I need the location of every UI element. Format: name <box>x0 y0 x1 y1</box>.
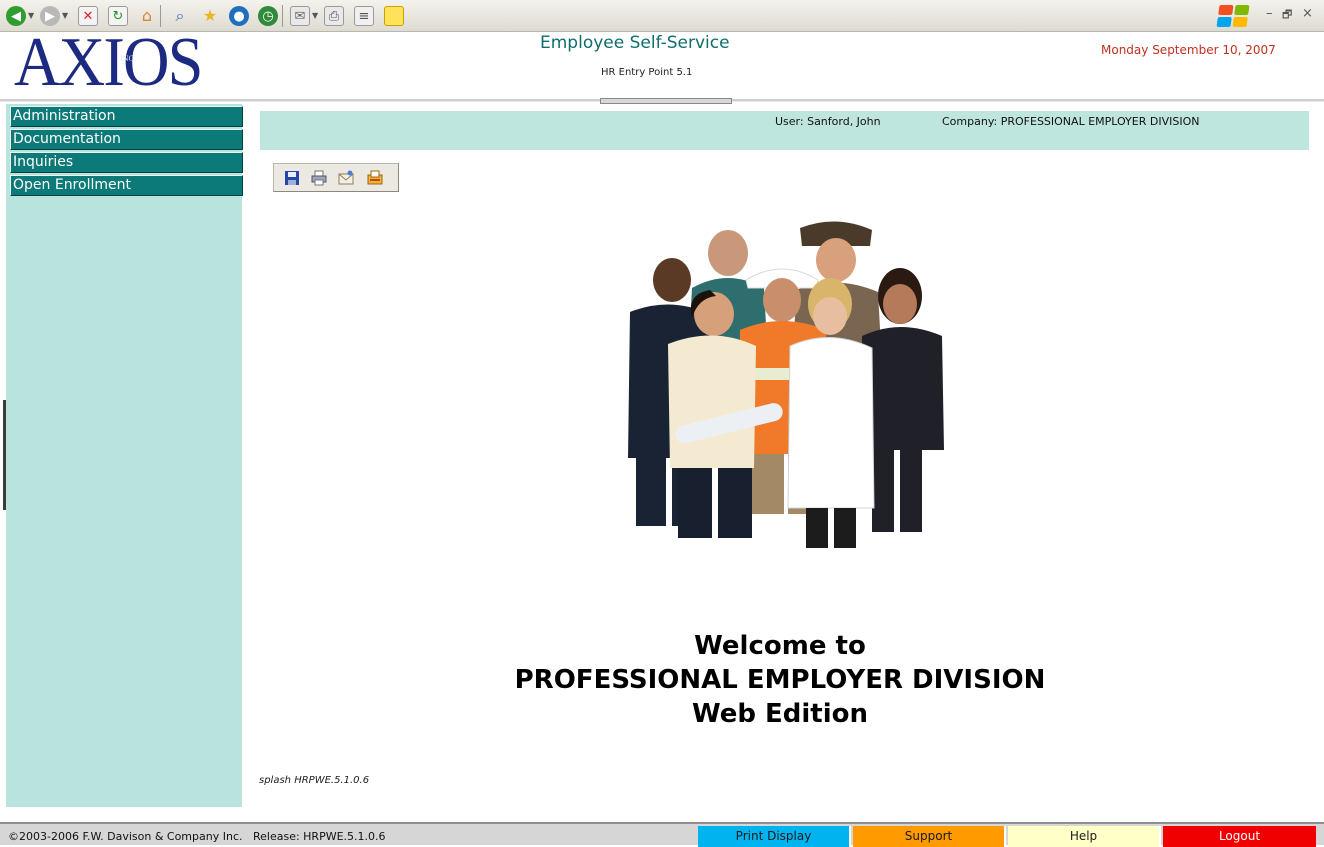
logo-text: AXIOS <box>14 24 203 101</box>
current-company: Company: PROFESSIONAL EMPLOYER DIVISION <box>942 115 1200 128</box>
content-toolbar <box>273 163 399 192</box>
help-button[interactable]: Help <box>1008 826 1161 847</box>
app-title: Employee Self-Service <box>540 33 730 53</box>
minimize-icon[interactable]: – <box>1266 6 1273 21</box>
current-user: User: Sanford, John <box>775 115 881 128</box>
sidebar: Administration Documentation Inquiries O… <box>6 104 243 807</box>
welcome-line-1: Welcome to <box>694 631 866 661</box>
employees-illustration <box>628 221 944 548</box>
welcome-line-2: PROFESSIONAL EMPLOYER DIVISION <box>514 665 1046 695</box>
forward-icon[interactable]: ▶ <box>40 6 60 26</box>
welcome-message: Welcome to PROFESSIONAL EMPLOYER DIVISIO… <box>260 629 1300 731</box>
welcome-line-3: Web Edition <box>691 699 869 729</box>
footer: ©2003-2006 F.W. Davison & Company Inc. R… <box>0 822 1324 847</box>
frame-splitter-handle[interactable] <box>600 98 732 104</box>
sidebar-item-inquiries[interactable]: Inquiries <box>10 152 243 173</box>
back-dropdown-icon[interactable]: ▼ <box>28 11 34 20</box>
mail-icon[interactable] <box>337 169 355 187</box>
note-icon[interactable] <box>384 6 404 26</box>
close-icon[interactable]: × <box>1302 6 1313 21</box>
app-subtitle: HR Entry Point 5.1 <box>601 67 693 78</box>
mail-dropdown-icon[interactable]: ▼ <box>312 11 318 20</box>
forward-dropdown-icon[interactable]: ▼ <box>62 11 68 20</box>
user-info-bar: User: Sanford, John Company: PROFESSIONA… <box>260 111 1309 150</box>
home-icon[interactable]: ⌂ <box>137 6 157 26</box>
print-icon[interactable]: ⎙ <box>324 6 344 26</box>
support-button[interactable]: Support <box>853 826 1006 847</box>
save-icon[interactable] <box>283 169 301 187</box>
sidebar-item-documentation[interactable]: Documentation <box>10 129 243 150</box>
scroll-edge <box>3 400 6 510</box>
mail-icon[interactable]: ✉ <box>290 6 310 26</box>
current-date: Monday September 10, 2007 <box>1101 43 1276 57</box>
edit-icon[interactable]: ≡ <box>354 6 374 26</box>
sidebar-item-administration[interactable]: Administration <box>10 106 243 127</box>
axios-logo: AXIOS INC. <box>14 28 203 98</box>
print-icon[interactable] <box>310 169 328 187</box>
logo-suffix: INC. <box>120 54 136 63</box>
history-icon[interactable]: ◷ <box>258 6 278 26</box>
print-display-button[interactable]: Print Display <box>698 826 851 847</box>
media-icon[interactable]: ● <box>229 6 249 26</box>
copyright-release: ©2003-2006 F.W. Davison & Company Inc. R… <box>8 830 386 843</box>
sidebar-item-open-enrollment[interactable]: Open Enrollment <box>10 175 243 196</box>
stop-icon[interactable]: ✕ <box>78 6 98 26</box>
refresh-icon[interactable]: ↻ <box>108 6 128 26</box>
print-preview-icon[interactable] <box>366 169 384 187</box>
favorites-icon[interactable]: ★ <box>200 6 220 26</box>
restore-icon[interactable]: 🗗 <box>1282 6 1292 25</box>
toolbar-separator <box>282 5 283 27</box>
back-icon[interactable]: ◀ <box>6 6 26 26</box>
splash-version: splash HRPWE.5.1.0.6 <box>259 775 370 786</box>
search-icon[interactable]: ⌕ <box>170 6 190 26</box>
windows-logo-icon <box>1216 5 1250 27</box>
logout-button[interactable]: Logout <box>1163 826 1316 847</box>
